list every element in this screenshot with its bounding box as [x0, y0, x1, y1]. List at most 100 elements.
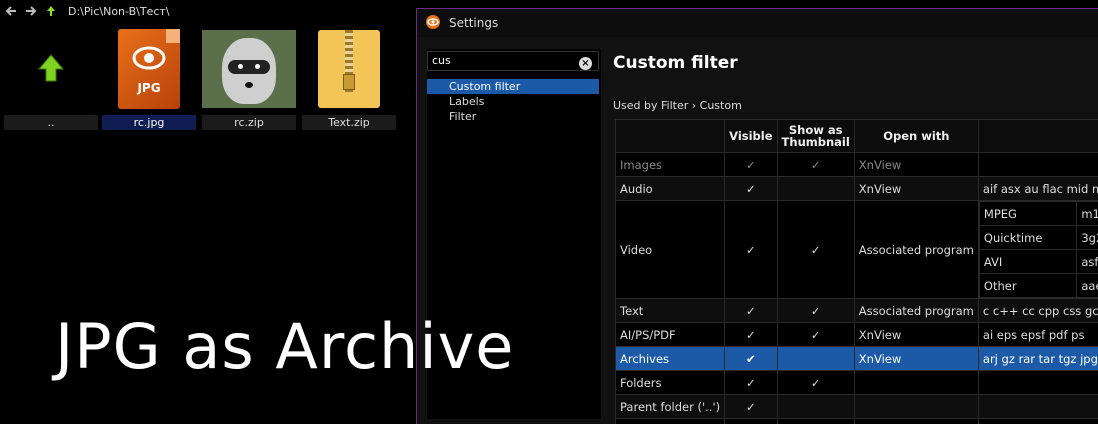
open-with-cell[interactable]: XnView: [853, 346, 979, 371]
visible-checkbox[interactable]: ✓: [724, 394, 778, 419]
thumbnail-text-zip[interactable]: Text.zip: [300, 24, 398, 132]
row-name: Parent folder ('..'): [614, 394, 726, 419]
thumbnail-checkbox[interactable]: ✓: [776, 322, 855, 347]
subtype-row[interactable]: Quicktime3g2 3gp 3gp: [978, 225, 1098, 250]
row-name: Images: [614, 152, 726, 177]
extensions-cell[interactable]: c c++ cc cpp css gcode h ini js: [977, 298, 1098, 323]
subtype-row[interactable]: AVIasf avi divx v: [978, 249, 1098, 274]
table-row[interactable]: Archives ✔ XnView arj gz rar tar tgz jpg: [614, 346, 1098, 371]
tree-item-labels[interactable]: Labels: [427, 94, 599, 109]
extensions-cell[interactable]: [977, 394, 1098, 419]
thumbnail-checkbox[interactable]: ✓: [776, 298, 855, 323]
extensions-cell[interactable]: ai eps epsf pdf ps: [977, 322, 1098, 347]
thumbnail-checkbox[interactable]: ✓: [776, 418, 855, 424]
row-name: Video: [614, 200, 726, 299]
forward-arrow-icon[interactable]: [24, 4, 38, 18]
row-name: Folders: [614, 370, 726, 395]
thumbnail-rc-jpg[interactable]: JPG rc.jpg: [100, 24, 198, 132]
col-header-extensions: [977, 119, 1098, 153]
settings-tree: Custom filter Labels Filter: [427, 79, 599, 124]
open-with-cell[interactable]: XnView: [853, 176, 979, 201]
open-with-cell[interactable]: Associated program: [853, 298, 979, 323]
subtype-name: MPEG: [978, 201, 1078, 226]
visible-checkbox[interactable]: ✓: [724, 322, 778, 347]
visible-checkbox[interactable]: ✓: [724, 152, 778, 177]
visible-checkbox[interactable]: ✓: [724, 176, 778, 201]
desktop: D:\Pic\Non-B\Тест\ .. JPG rc.jpg rc.zip …: [0, 0, 1098, 424]
open-with-cell[interactable]: XnView: [853, 322, 979, 347]
subtype-name: Quicktime: [978, 225, 1078, 250]
xnview-logo-icon: [425, 14, 441, 33]
visible-checkbox[interactable]: ✓: [724, 200, 778, 299]
table-row[interactable]: All others files✓✓Associated program: [614, 418, 1098, 424]
overlay-caption: JPG as Archive: [55, 310, 515, 383]
page-title: Custom filter: [613, 53, 738, 73]
extensions-cell[interactable]: [977, 370, 1098, 395]
subtype-row[interactable]: Otheraae flv mkv m: [978, 273, 1098, 298]
table-row[interactable]: Audio✓ XnViewaif asx au flac mid mp+ mp2 …: [614, 176, 1098, 201]
table-row[interactable]: Video✓✓Associated programMPEGm1s m1v m2Q…: [614, 200, 1098, 299]
settings-search-input[interactable]: cus ×: [427, 51, 599, 71]
thumbnail-label: Text.zip: [302, 115, 396, 130]
thumbnail-rc-zip[interactable]: rc.zip: [200, 24, 298, 132]
thumbnail-checkbox[interactable]: ✓: [776, 152, 855, 177]
parent-folder-icon: [2, 24, 100, 114]
path-field[interactable]: D:\Pic\Non-B\Тест\: [68, 5, 170, 18]
jpg-badge: JPG: [137, 81, 161, 95]
table-row[interactable]: Parent folder ('..') ✓: [614, 394, 1098, 419]
thumbnail-parent[interactable]: ..: [2, 24, 100, 132]
thumbnail-label: ..: [4, 115, 98, 130]
browser-toolbar: D:\Pic\Non-B\Тест\: [0, 0, 420, 22]
open-with-cell[interactable]: Associated program: [853, 418, 979, 424]
zip-folder-icon: [300, 24, 398, 114]
up-arrow-icon[interactable]: [44, 4, 58, 18]
subtype-extensions[interactable]: aae flv mkv m: [1076, 273, 1098, 298]
back-arrow-icon[interactable]: [4, 4, 18, 18]
settings-main: Custom filter Used by Filter › Custom Vi…: [613, 49, 1098, 424]
visible-checkbox[interactable]: ✓: [724, 370, 778, 395]
table-row[interactable]: Folders ✓ ✓: [614, 370, 1098, 395]
subtype-extensions[interactable]: 3g2 3gp 3gp: [1076, 225, 1098, 250]
col-header-name: [614, 119, 726, 153]
visible-checkbox[interactable]: ✓: [724, 298, 778, 323]
tree-item-filter[interactable]: Filter: [427, 109, 599, 124]
table-row[interactable]: Text ✓ ✓ Associated program c c++ cc cpp css…: [614, 298, 1098, 323]
extensions-cell[interactable]: [977, 418, 1098, 424]
open-with-cell[interactable]: Associated program: [853, 200, 979, 299]
settings-title: Settings: [449, 16, 499, 30]
subtype-extensions[interactable]: m1s m1v m2: [1076, 201, 1098, 226]
thumbnail-checkbox[interactable]: ✓: [776, 200, 855, 299]
thumbnail-grid: .. JPG rc.jpg rc.zip Text.zip: [0, 24, 410, 132]
thumbnail-checkbox[interactable]: [776, 394, 855, 419]
extensions-cell[interactable]: aif asx au flac mid mp+ mp2 m: [977, 176, 1098, 201]
extensions-cell[interactable]: MPEGm1s m1v m2Quicktime3g2 3gp 3gpAVIasf…: [977, 200, 1098, 299]
clear-search-icon[interactable]: ×: [579, 57, 592, 70]
filter-table: Visible Show as Thumbnail Open with Imag…: [614, 119, 1098, 424]
row-name: All others files: [614, 418, 726, 424]
tree-item-custom-filter[interactable]: Custom filter: [427, 79, 599, 94]
video-subtypes: MPEGm1s m1v m2Quicktime3g2 3gp 3gpAVIasf…: [978, 201, 1098, 298]
table-row[interactable]: Images ✓ ✓ XnView: [614, 152, 1098, 177]
table-row[interactable]: AI/PS/PDF ✓ ✓ XnView ai eps epsf pdf ps: [614, 322, 1098, 347]
subtype-extensions[interactable]: asf avi divx v: [1076, 249, 1098, 274]
subtype-name: AVI: [978, 249, 1078, 274]
thumbnail-checkbox[interactable]: ✓: [776, 370, 855, 395]
jpg-file-icon: JPG: [100, 24, 198, 114]
open-with-cell[interactable]: [853, 394, 979, 419]
extensions-cell[interactable]: [977, 152, 1098, 177]
raccoon-photo: [200, 24, 298, 114]
open-with-cell[interactable]: [853, 370, 979, 395]
settings-window: Settings cus × Custom filter Labels Filt…: [416, 8, 1098, 424]
col-header-open-with[interactable]: Open with: [853, 119, 979, 153]
thumbnail-checkbox[interactable]: [776, 346, 855, 371]
subtype-row[interactable]: MPEGm1s m1v m2: [978, 201, 1098, 226]
visible-checkbox[interactable]: ✓: [724, 418, 778, 424]
visible-checkbox[interactable]: ✔: [724, 346, 778, 371]
extensions-cell[interactable]: arj gz rar tar tgz jpg: [977, 346, 1098, 371]
col-header-thumbnail[interactable]: Show as Thumbnail: [776, 119, 855, 153]
col-header-visible[interactable]: Visible: [724, 119, 778, 153]
thumbnail-checkbox[interactable]: [776, 176, 855, 201]
row-name: Audio: [614, 176, 726, 201]
row-name: AI/PS/PDF: [614, 322, 726, 347]
open-with-cell[interactable]: XnView: [853, 152, 979, 177]
